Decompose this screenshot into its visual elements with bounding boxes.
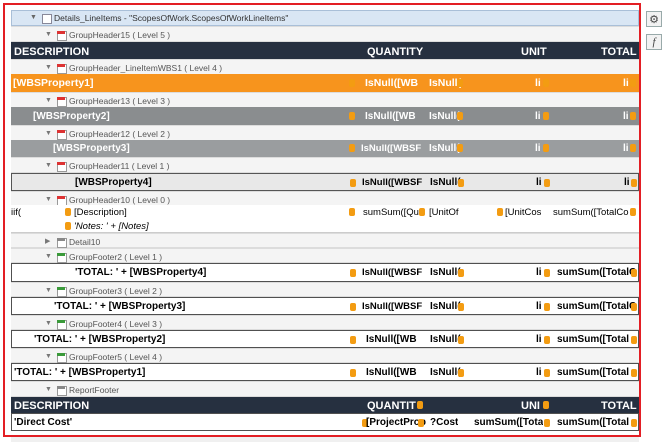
selection-frame xyxy=(3,3,641,437)
report-designer-canvas: ▼ Details_LineItems - "ScopesOfWork.Scop… xyxy=(0,0,670,442)
function-icon[interactable]: f xyxy=(646,34,662,50)
next-band-partial xyxy=(11,437,639,442)
gear-icon[interactable]: ⚙ xyxy=(646,11,662,27)
